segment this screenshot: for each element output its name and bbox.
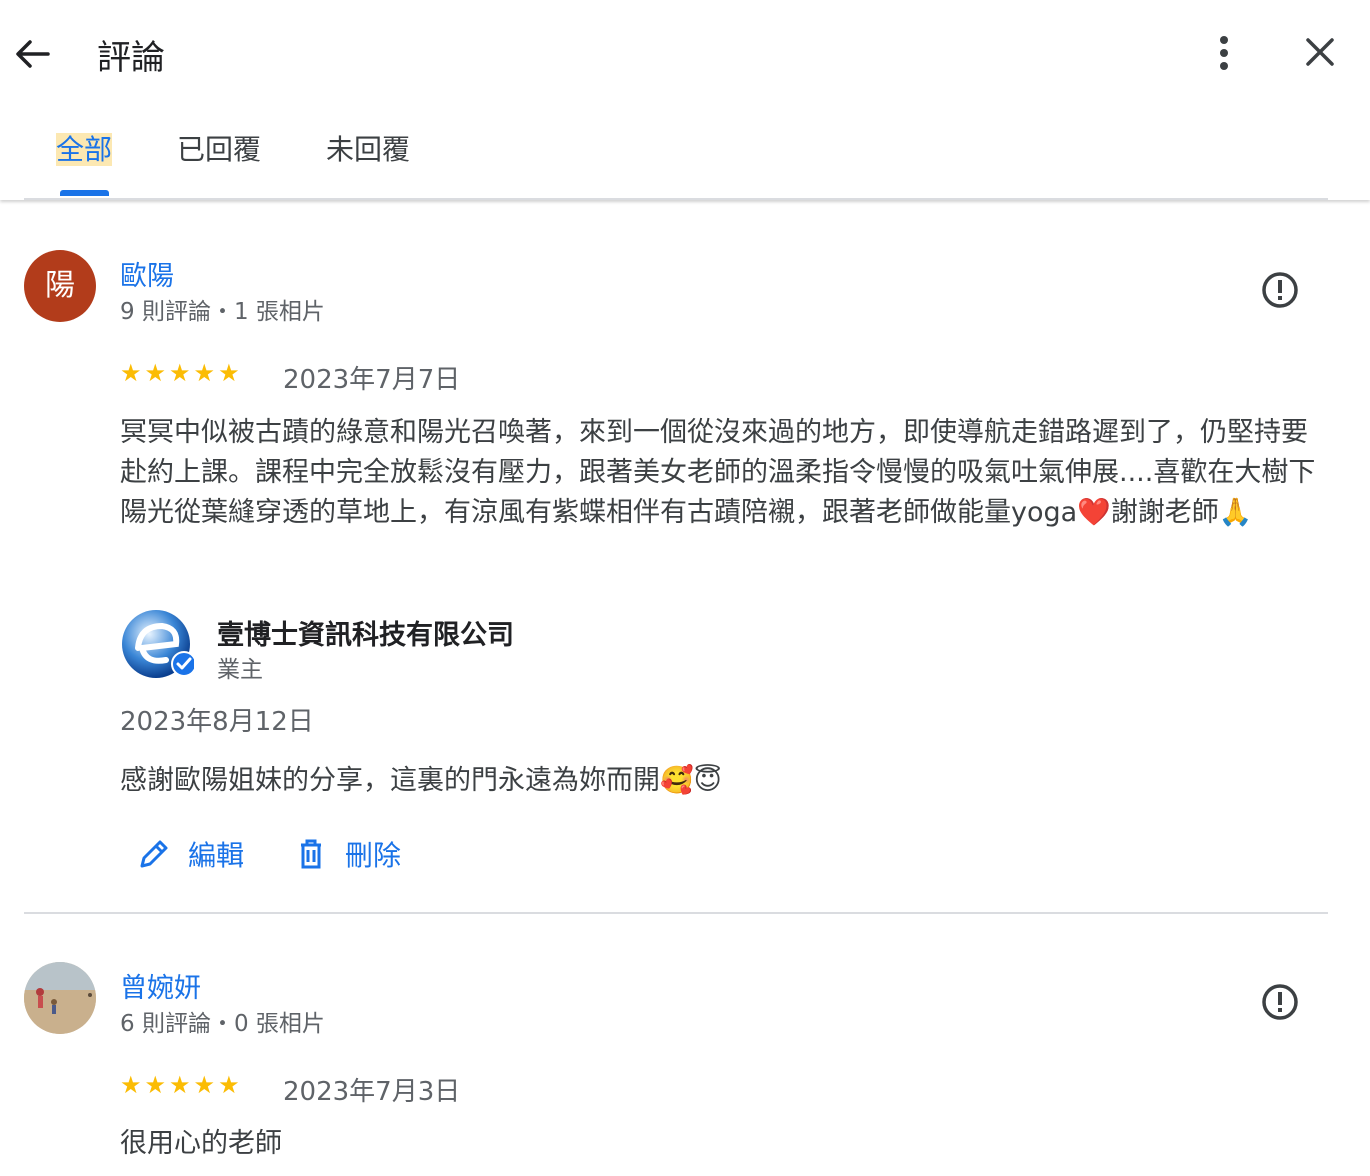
edit-reply-button[interactable]: 編輯 bbox=[138, 834, 244, 874]
review-text: 很用心的老師 bbox=[120, 1128, 282, 1159]
owner-logo-icon bbox=[120, 608, 197, 682]
delete-reply-button[interactable]: 刪除 bbox=[295, 834, 401, 874]
review-date: 2023年7月3日 bbox=[283, 1077, 461, 1107]
close-icon[interactable] bbox=[1298, 30, 1342, 74]
owner-role: 業主 bbox=[217, 657, 263, 683]
tab-all-label: 全部 bbox=[56, 133, 113, 166]
header-divider bbox=[24, 198, 1328, 200]
review-date: 2023年7月7日 bbox=[283, 365, 461, 395]
page-title: 評論 bbox=[97, 38, 165, 78]
review-text: 冥冥中似被古蹟的綠意和陽光召喚著，來到一個從沒來過的地方，即使導航走錯路遲到了，… bbox=[120, 417, 1316, 528]
tab-unreplied[interactable]: 未回覆 bbox=[326, 128, 410, 168]
back-arrow-icon[interactable] bbox=[10, 32, 54, 76]
trash-icon bbox=[301, 839, 321, 869]
more-options-icon[interactable] bbox=[1204, 32, 1244, 76]
star-rating: ★★★★★ bbox=[120, 359, 243, 387]
active-tab-indicator bbox=[60, 190, 109, 196]
tab-replied[interactable]: 已回覆 bbox=[177, 128, 261, 168]
reply-date: 2023年8月12日 bbox=[120, 707, 314, 737]
reviewer-name[interactable]: 曾婉妍 bbox=[120, 966, 201, 1005]
edit-label: 編輯 bbox=[188, 839, 245, 872]
owner-name: 壹博士資訊科技有限公司 bbox=[217, 620, 514, 651]
reviewer-avatar[interactable]: 陽 bbox=[24, 250, 96, 322]
report-flag-icon[interactable] bbox=[1260, 270, 1300, 310]
reviewer-avatar-photo[interactable] bbox=[24, 962, 96, 1034]
review-divider bbox=[24, 912, 1328, 914]
report-flag-icon[interactable] bbox=[1260, 982, 1300, 1022]
tab-all[interactable]: 全部 bbox=[56, 128, 113, 168]
tab-replied-label: 已回覆 bbox=[177, 133, 262, 166]
reviewer-meta: 9 則評論・1 張相片 bbox=[120, 299, 325, 325]
star-rating: ★★★★★ bbox=[120, 1071, 243, 1099]
pencil-icon bbox=[140, 840, 168, 868]
reply-text: 感謝歐陽姐妹的分享，這裏的門永遠為妳而開🥰😇 bbox=[120, 765, 722, 796]
app-header: 評論 全部 已回覆 未回覆 bbox=[0, 0, 1370, 200]
reviewer-meta: 6 則評論・0 張相片 bbox=[120, 1011, 325, 1037]
tab-unreplied-label: 未回覆 bbox=[326, 133, 411, 166]
delete-label: 刪除 bbox=[345, 839, 402, 872]
reviewer-name[interactable]: 歐陽 bbox=[120, 254, 174, 293]
